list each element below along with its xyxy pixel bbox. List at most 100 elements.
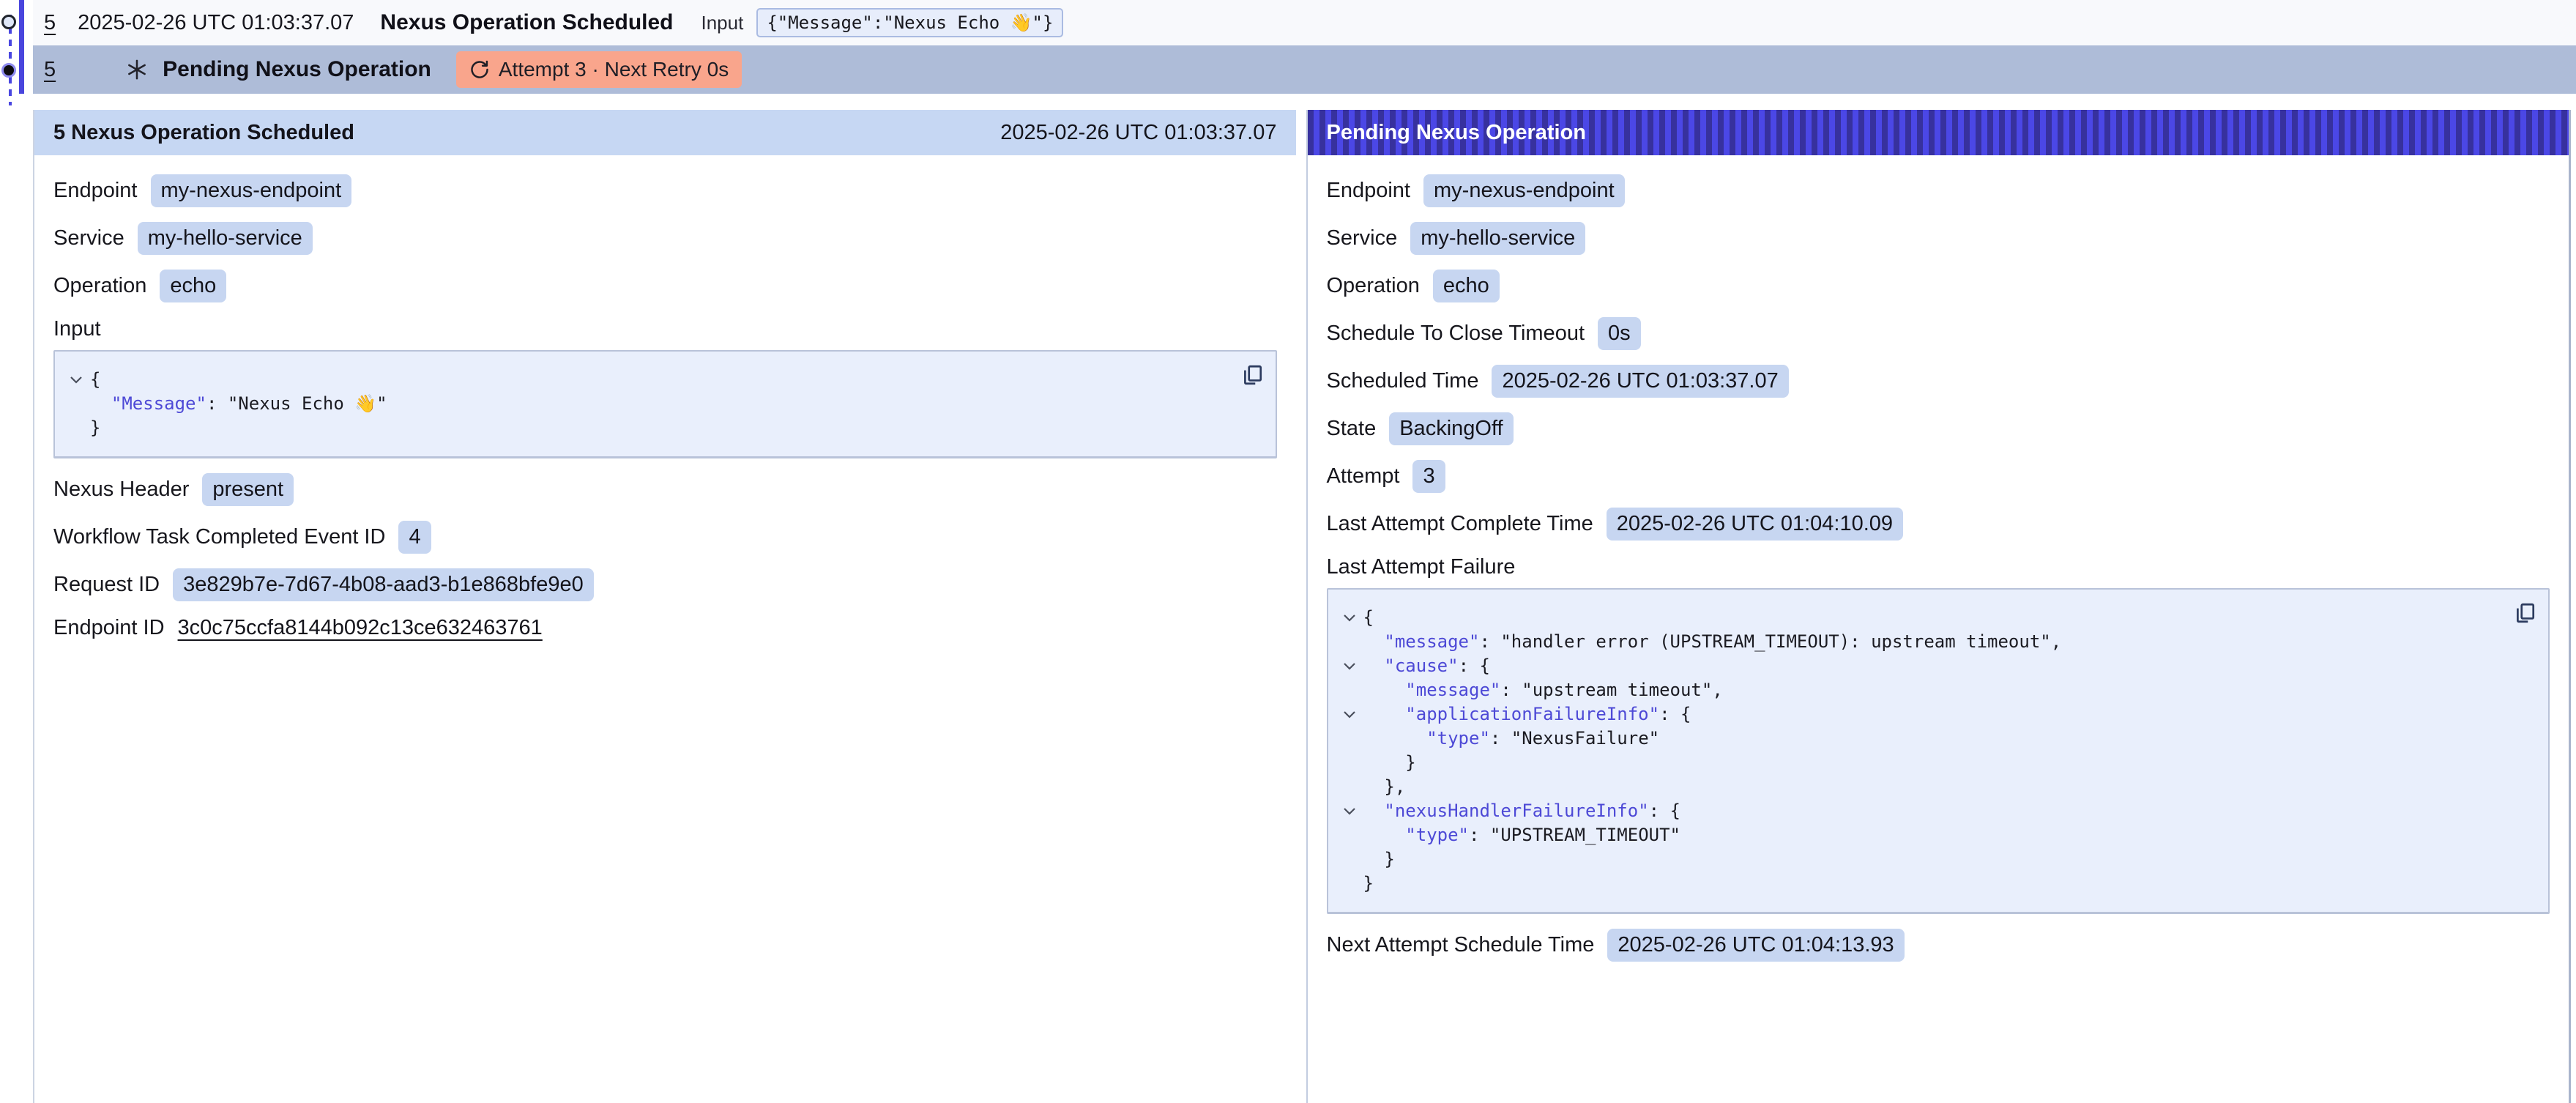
detail-field: Request ID 3e829b7e-7d67-4b08-aad3-b1e868… — [53, 568, 1277, 601]
pending-operation-panel-body: Endpointmy-nexus-endpoint Service my-hello… — [1308, 155, 2569, 962]
timeline-active-bar — [19, 0, 24, 94]
json-text — [90, 392, 111, 416]
event-detail-panel: 5 Nexus Operation Scheduled 2025-02-26 U… — [33, 110, 1296, 1103]
json-key: "applicationFailureInfo" — [1405, 702, 1659, 727]
field-value-badge: 2025-02-26 UTC 01:03:37.07 — [1492, 365, 1788, 398]
detail-field: Service my-hello-service — [1327, 222, 2550, 255]
event-summary-label: Input — [701, 12, 744, 34]
json-text: : "upstream timeout", — [1500, 678, 1722, 702]
field-value-badge: echo — [1433, 270, 1500, 302]
field-label: Schedule To Close Timeout — [1327, 322, 1585, 346]
event-summary-chip: {"Message":"Nexus Echo 👋"} — [756, 8, 1063, 37]
json-text: } — [1363, 872, 1374, 896]
code-gutter — [1336, 872, 1363, 896]
json-key: "message" — [1405, 678, 1500, 702]
collapse-chevron-icon[interactable] — [62, 368, 90, 392]
collapse-chevron-icon[interactable] — [1336, 799, 1363, 823]
detail-field: Endpointmy-nexus-endpoint — [1327, 174, 2550, 207]
copy-icon[interactable] — [1240, 363, 1264, 387]
json-code-block: { "Message": "Nexus Echo 👋"} — [53, 350, 1277, 458]
json-key: "Message" — [111, 392, 206, 416]
json-code-line: "message": "upstream timeout", — [1336, 678, 2498, 702]
code-gutter — [1336, 823, 1363, 847]
copy-icon[interactable] — [2513, 601, 2536, 625]
json-key: "nexusHandlerFailureInfo" — [1384, 799, 1648, 823]
detail-field: Operation echo — [53, 270, 1277, 302]
field-label: Nexus Header — [53, 478, 189, 502]
detail-field: StateBackingOff — [1327, 412, 2550, 445]
pending-operation-row[interactable]: 5 Pending Nexus Operation Attempt 3 · Ne… — [33, 45, 2576, 94]
field-label: Service — [53, 226, 124, 250]
json-code-line: } — [62, 416, 1224, 440]
field-label: Service — [1327, 226, 1398, 250]
field-label: Input — [53, 317, 1277, 341]
json-text: : { — [1459, 654, 1490, 678]
collapse-chevron-icon[interactable] — [1336, 702, 1363, 727]
detail-field: Operation echo — [1327, 270, 2550, 302]
detail-field: Last Attempt Failure{ "message": "handle… — [1327, 555, 2550, 914]
json-code-line: "applicationFailureInfo": { — [1336, 702, 2498, 727]
detail-field: Scheduled Time 2025-02-26 UTC 01:03:37.07 — [1327, 365, 2550, 398]
event-row[interactable]: 5 2025-02-26 UTC 01:03:37.07 Nexus Opera… — [33, 0, 2576, 45]
event-id-link[interactable]: 5 — [44, 11, 56, 35]
json-text: : "NexusFailure" — [1490, 727, 1659, 751]
detail-field: Input { "Message": "Nexus Echo 👋"} — [53, 317, 1277, 458]
code-gutter — [1336, 847, 1363, 872]
collapse-chevron-icon[interactable] — [1336, 654, 1363, 678]
json-text: } — [1363, 751, 1416, 775]
detail-field: Endpointmy-nexus-endpoint — [53, 174, 1277, 207]
json-text — [1363, 823, 1406, 847]
json-code-line: } — [1336, 751, 2498, 775]
retry-badge-text: Attempt 3 · Next Retry 0s — [499, 58, 729, 81]
json-code-line: } — [1336, 847, 2498, 872]
json-code-line: }, — [1336, 775, 2498, 799]
json-text — [1363, 678, 1406, 702]
field-label: Last Attempt Complete Time — [1327, 512, 1593, 536]
collapse-chevron-icon[interactable] — [1336, 606, 1363, 630]
field-value-badge: my-nexus-endpoint — [1423, 174, 1625, 207]
event-detail-panel-body: Endpointmy-nexus-endpoint Service my-hello… — [34, 155, 1296, 640]
field-label: Scheduled Time — [1327, 369, 1479, 393]
json-code-block: { "message": "handler error (UPSTREAM_TI… — [1327, 588, 2550, 914]
json-text: : "Nexus Echo 👋" — [206, 392, 387, 416]
field-value-link[interactable]: 3c0c75ccfa8144b092c13ce632463761 — [178, 616, 543, 640]
json-text: }, — [1363, 775, 1406, 799]
json-code-line: "cause": { — [1336, 654, 2498, 678]
code-gutter — [1336, 678, 1363, 702]
pending-id-link[interactable]: 5 — [44, 58, 56, 82]
detail-field: Service my-hello-service — [53, 222, 1277, 255]
detail-field: Schedule To Close Timeout 0s — [1327, 317, 2550, 350]
json-text: : "UPSTREAM_TIMEOUT" — [1469, 823, 1680, 847]
detail-field: Next Attempt Schedule Time2025-02-26 UTC… — [1327, 929, 2550, 962]
code-gutter — [1336, 630, 1363, 654]
field-label: Next Attempt Schedule Time — [1327, 933, 1595, 957]
detail-field: Nexus Headerpresent — [53, 473, 1277, 506]
field-label: Operation — [53, 274, 146, 298]
json-text: : { — [1659, 702, 1691, 727]
code-gutter — [62, 416, 90, 440]
field-value-badge: echo — [160, 270, 226, 302]
json-code-line: "type": "UPSTREAM_TIMEOUT" — [1336, 823, 2498, 847]
json-text — [1363, 727, 1427, 751]
field-value-badge: BackingOff — [1389, 412, 1513, 445]
field-value-badge: my-hello-service — [1410, 222, 1585, 255]
json-text — [1363, 702, 1406, 727]
json-code-line: "message": "handler error (UPSTREAM_TIME… — [1336, 630, 2498, 654]
field-label: Request ID — [53, 573, 160, 597]
detail-field: Endpoint ID3c0c75ccfa8144b092c13ce632463… — [53, 616, 1277, 640]
field-label: Operation — [1327, 274, 1420, 298]
field-value-badge: 0s — [1598, 317, 1641, 350]
json-code-line: "Message": "Nexus Echo 👋" — [62, 392, 1224, 416]
field-value-badge: 3e829b7e-7d67-4b08-aad3-b1e868bfe9e0 — [173, 568, 594, 601]
event-marker-filled-icon — [1, 63, 16, 78]
json-text: : "handler error (UPSTREAM_TIMEOUT): ups… — [1479, 630, 2061, 654]
json-text: { — [90, 368, 100, 392]
code-gutter — [1336, 727, 1363, 751]
field-value-badge: 4 — [398, 521, 431, 554]
event-detail-panel-timestamp: 2025-02-26 UTC 01:03:37.07 — [1000, 121, 1276, 145]
pending-title: Pending Nexus Operation — [163, 57, 431, 82]
event-timestamp: 2025-02-26 UTC 01:03:37.07 — [78, 11, 354, 35]
json-text — [1363, 654, 1385, 678]
retry-status-badge: Attempt 3 · Next Retry 0s — [456, 51, 742, 88]
field-value-badge: my-hello-service — [138, 222, 313, 255]
